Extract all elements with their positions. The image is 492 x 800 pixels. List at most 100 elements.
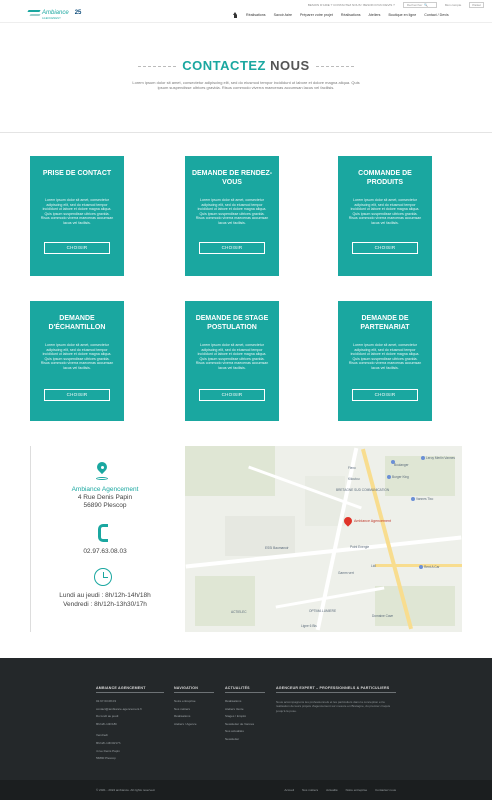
card-title: DEMANDE DE RENDEZ-VOUS [191, 170, 273, 186]
contact-card: COMMANDE DE PRODUITS Lorem ipsum dolor s… [338, 156, 432, 276]
card-title: DEMANDE DE PARTENARIAT [360, 315, 410, 331]
footer-line: 56890 Plescop [96, 756, 116, 761]
map-label: ACTIELEC [231, 610, 247, 614]
card-text: Lorem ipsum dolor sit amet, consectetur … [348, 198, 422, 225]
choose-button[interactable]: CHOISIR [352, 242, 418, 254]
footer-line: Vendredi [96, 733, 108, 738]
footer-heading: AMBIANCE AGENCEMENT [96, 686, 146, 690]
map-label: Gamm vert [338, 571, 354, 575]
footer-link[interactable]: Newsletter de Vannes [225, 721, 254, 729]
contact-card: DEMANDE DE STAGE POSTULATION Lorem ipsum… [185, 301, 279, 421]
nav-item[interactable]: Savoir-faire [274, 13, 292, 17]
footer-link[interactable]: Nos métiers [174, 706, 197, 714]
footer-line[interactable]: contact@ambiance-agencement.fr [96, 706, 142, 714]
phone-icon [98, 524, 108, 542]
map-poi [387, 475, 391, 479]
footer-heading-underline [276, 692, 396, 693]
footer-line: 4 rue Denis Papin [96, 748, 120, 753]
account-link[interactable]: Mon compte [445, 3, 462, 7]
footer-nav-list: Notre entreprise Nos métiers Réalisation… [174, 698, 197, 728]
footer-link[interactable]: Newsletter [225, 736, 254, 744]
location-map[interactable]: Leroy Merlin Vannes BRETAGNE SUD COMMUNI… [185, 446, 462, 632]
map-label: Lidl [371, 564, 376, 568]
header-divider [0, 22, 492, 23]
contact-card: DEMANDE DE RENDEZ-VOUS Lorem ipsum dolor… [185, 156, 279, 276]
bottom-link[interactable]: Contactez nous [375, 788, 396, 792]
choose-button[interactable]: CHOISIR [199, 242, 265, 254]
footer-link[interactable]: Réalisations [225, 698, 254, 706]
footer-contact-list: 02.97.63.08.03 contact@ambiance-agenceme… [96, 698, 142, 763]
nav-item[interactable]: Boutique en ligne [388, 13, 416, 17]
map-label: Burger King [392, 475, 409, 479]
contact-card: DEMANDE D'ÉCHANTILLON Lorem ipsum dolor … [30, 301, 124, 421]
address-block: Ambiance Agencement 4 Rue Denis Papin 56… [31, 486, 179, 510]
map-label: Rent A Car [424, 565, 440, 569]
map-label: Flexo [348, 466, 356, 470]
footer-line: 8h/12h-13h30/17h [96, 740, 121, 745]
choose-button[interactable]: CHOISIR [44, 242, 110, 254]
nav-item[interactable]: Réalisations [246, 13, 266, 17]
footer-heading: AGENCEUR EXPERT – PROFESSIONNELS & PARTI… [276, 686, 390, 690]
logo-sub: AGENCEMENT [42, 17, 61, 20]
footer-line: 8h/12h-14h/18h [96, 721, 118, 726]
bottom-link[interactable]: Nos métiers [302, 788, 318, 792]
card-text: Lorem ipsum dolor sit amet, consectetur … [40, 343, 114, 370]
bottom-link[interactable]: Notre entreprise [346, 788, 368, 792]
clock-icon [94, 568, 112, 586]
map-poi [419, 565, 423, 569]
footer-link[interactable]: Stages / Emploi [225, 713, 254, 721]
page-title: CONTACTEZ NOUS [0, 58, 492, 73]
footer-link[interactable]: Notre entreprise [174, 698, 197, 706]
choose-button[interactable]: CHOISIR [44, 389, 110, 401]
card-text: Lorem ipsum dolor sit amet, consectetur … [195, 198, 269, 225]
home-icon[interactable] [232, 12, 238, 18]
contact-info: Ambiance Agencement 4 Rue Denis Papin 56… [30, 446, 178, 632]
main-nav: Réalisations Savoir-faire Préparer votre… [232, 12, 449, 18]
map-pin-icon [94, 462, 110, 482]
map-label: Kiloutou [348, 477, 360, 481]
nav-item[interactable]: Réalisations [341, 13, 361, 17]
footer-link[interactable]: Ateliers Vente [225, 706, 254, 714]
company-name: Ambiance Agencement [71, 486, 139, 493]
phone-number[interactable]: 02.97.63.08.03 [31, 548, 179, 555]
bottom-link[interactable]: Actualité [326, 788, 338, 792]
footer-heading-underline [174, 692, 214, 693]
footer-heading-underline [96, 692, 164, 693]
bottom-links: Accueil Nos métiers Actualité Notre entr… [284, 788, 396, 792]
nav-item-contact[interactable]: Contact / Devis [424, 13, 448, 17]
page-title-rest: NOUS [270, 58, 310, 73]
search-icon[interactable]: 🔍 [424, 3, 428, 7]
nav-item[interactable]: Ateliers [369, 13, 381, 17]
section-divider [0, 132, 492, 133]
choose-button[interactable]: CHOISIR [199, 389, 265, 401]
footer-line: 02.97.63.08.03 [96, 699, 117, 703]
card-title: DEMANDE DE STAGE POSTULATION [195, 315, 269, 331]
logo-word: Ambiance [42, 10, 69, 16]
bottom-link[interactable]: Accueil [284, 788, 294, 792]
card-title: PRISE DE CONTACT [42, 170, 112, 177]
choose-button[interactable]: CHOISIR [352, 389, 418, 401]
footer-link[interactable]: Ateliers / Agence [174, 721, 197, 729]
footer-link[interactable]: Réalisations [174, 713, 197, 721]
card-title: COMMANDE DE PRODUITS [358, 170, 412, 186]
map-area [375, 586, 455, 626]
address-street: 4 Rue Denis Papin [77, 494, 133, 501]
site-logo[interactable]: Ambiance 25 AGENCEMENT [28, 6, 92, 20]
map-marker-label: Ambiance Agencement [354, 519, 391, 523]
search-box[interactable]: Rechercher 🔍 [402, 2, 437, 8]
card-text: Lorem ipsum dolor sit amet, consectetur … [40, 198, 114, 225]
footer-about-text: Nous accompagnons les professionnels et … [276, 700, 391, 713]
map-area [195, 576, 255, 626]
map-area [225, 516, 295, 556]
map-label: ESSI Baumanoir [265, 546, 289, 550]
cart-button[interactable]: Panier [469, 2, 484, 8]
map-label: Leroy Merlin Vannes [426, 456, 455, 460]
search-input[interactable]: Rechercher [407, 3, 423, 7]
footer-link[interactable]: Nos actualités [225, 728, 254, 736]
footer-line: Du lundi au jeudi [96, 714, 119, 719]
nav-item[interactable]: Préparer votre projet [300, 13, 333, 17]
footer-heading-underline [225, 692, 265, 693]
card-title: DEMANDE D'ÉCHANTILLON [48, 315, 106, 331]
map-poi [421, 456, 425, 460]
logo-badge: 25 [74, 10, 82, 16]
